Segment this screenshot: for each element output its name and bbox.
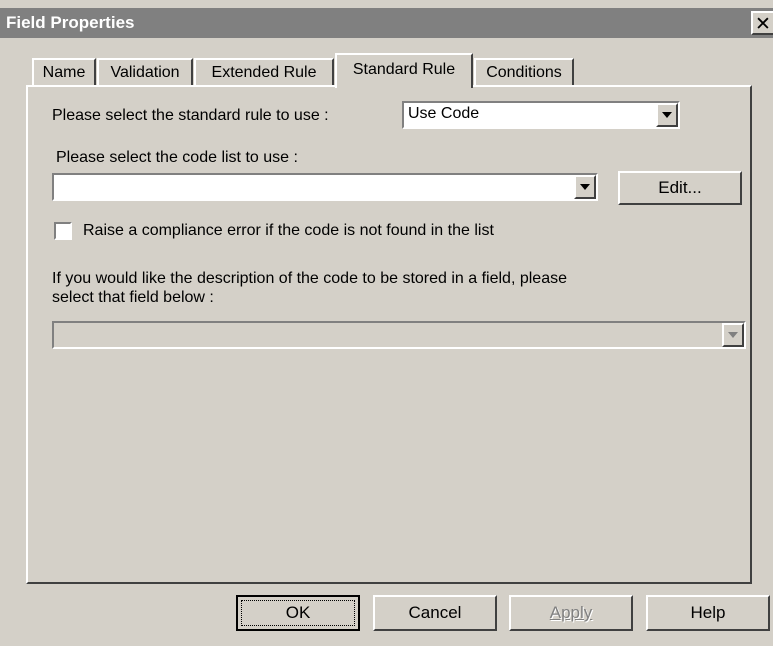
- code-list-label: Please select the code list to use :: [56, 149, 298, 166]
- tab-standard-rule-label: Standard Rule: [352, 61, 456, 78]
- tab-conditions-label: Conditions: [486, 64, 562, 81]
- close-button[interactable]: ✕: [751, 11, 773, 35]
- close-icon: ✕: [755, 14, 771, 35]
- tab-extended-rule[interactable]: Extended Rule: [194, 58, 334, 86]
- tab-name[interactable]: Name: [32, 58, 96, 86]
- ok-button[interactable]: OK: [236, 595, 360, 631]
- tab-conditions[interactable]: Conditions: [474, 58, 574, 86]
- tab-name-label: Name: [42, 64, 86, 81]
- cancel-button[interactable]: Cancel: [373, 595, 497, 631]
- apply-button[interactable]: Apply: [509, 595, 633, 631]
- standard-rule-label: Please select the standard rule to use :: [52, 107, 329, 124]
- tab-panel-standard-rule: Please select the standard rule to use :…: [26, 85, 752, 584]
- description-field-select[interactable]: [52, 321, 746, 349]
- help-button-label: Help: [690, 603, 726, 622]
- standard-rule-value: Use Code: [408, 105, 480, 122]
- help-button[interactable]: Help: [646, 595, 770, 631]
- standard-rule-select[interactable]: Use Code: [402, 101, 680, 129]
- edit-button-label: Edit...: [658, 178, 702, 197]
- tab-standard-rule[interactable]: Standard Rule: [335, 53, 473, 88]
- dialog-window: Field Properties ✕ Name Validation Exten…: [0, 0, 773, 646]
- chevron-down-icon: [728, 332, 738, 338]
- tab-extended-rule-label: Extended Rule: [211, 64, 317, 81]
- tab-validation[interactable]: Validation: [97, 58, 193, 86]
- focus-rectangle: [241, 600, 355, 626]
- edit-button[interactable]: Edit...: [618, 171, 742, 205]
- code-list-select[interactable]: [52, 173, 598, 201]
- description-label-line2: select that field below :: [52, 289, 214, 306]
- cancel-button-label: Cancel: [408, 603, 462, 622]
- title-bar: Field Properties ✕: [0, 8, 773, 38]
- description-label-line1: If you would like the description of the…: [52, 270, 567, 287]
- description-field-dropdown-button[interactable]: [722, 323, 744, 347]
- compliance-label: Raise a compliance error if the code is …: [83, 222, 494, 239]
- tab-validation-label: Validation: [110, 64, 180, 81]
- chevron-down-icon: [580, 184, 590, 190]
- chevron-down-icon: [662, 112, 672, 118]
- window-title: Field Properties: [6, 13, 135, 32]
- apply-button-label: Apply: [549, 603, 593, 622]
- code-list-dropdown-button[interactable]: [574, 175, 596, 199]
- compliance-checkbox[interactable]: [54, 222, 72, 240]
- standard-rule-dropdown-button[interactable]: [656, 103, 678, 127]
